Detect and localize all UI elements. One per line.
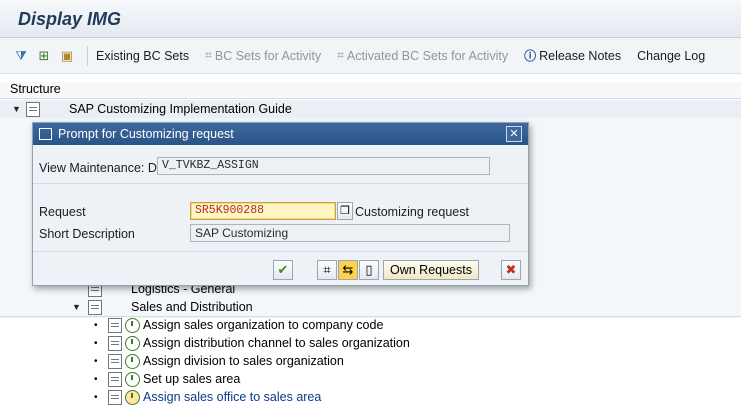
dialog-title-bar: Prompt for Customizing request (33, 123, 528, 145)
application-toolbar: ⧩ ⊞ ▣ Existing BC Sets ⌗ BC Sets for Act… (0, 38, 741, 74)
release-notes-button[interactable]: ⓘ Release Notes (524, 47, 621, 64)
list-item[interactable]: • Set up sales area (94, 370, 240, 388)
view-maintenance-field: V_TVKBZ_ASSIGN (157, 157, 490, 175)
expand-icon[interactable]: ⧩ (12, 47, 30, 65)
short-description-label: Short Description (39, 227, 135, 241)
toolbar-separator (87, 45, 88, 66)
execute-icon[interactable] (125, 335, 140, 351)
activated-bc-sets-button[interactable]: ⌗ Activated BC Sets for Activity (337, 48, 508, 63)
structure-header: Structure (0, 82, 741, 99)
page-title: Display IMG (18, 9, 122, 29)
list-item-selected[interactable]: • Assign sales office to sales area (94, 388, 321, 406)
short-description-field: SAP Customizing (190, 224, 510, 242)
list-item[interactable]: • Assign division to sales organization (94, 352, 344, 370)
dialog-icon (39, 128, 52, 140)
execute-icon[interactable] (125, 371, 140, 387)
execute-icon[interactable] (125, 317, 140, 333)
close-icon[interactable]: ✕ (506, 126, 522, 142)
tree-root[interactable]: ▼ SAP Customizing Implementation Guide (12, 100, 292, 118)
document-icon (108, 335, 122, 351)
glasses-icon: ⌗ (337, 48, 344, 62)
glasses-icon: ⌗ (205, 48, 212, 62)
copy-icon[interactable]: ❐ (337, 202, 353, 220)
info-icon: ⓘ (524, 49, 537, 63)
request-type-label: Customizing request (355, 205, 469, 219)
create-request-icon[interactable]: ⇆ (338, 260, 358, 280)
execute-icon[interactable] (125, 389, 140, 405)
bc-sets-for-activity-button[interactable]: ⌗ BC Sets for Activity (205, 48, 321, 63)
find-icon[interactable]: ⊞ (35, 47, 53, 65)
document-icon (88, 299, 102, 315)
change-log-button[interactable]: Change Log (637, 49, 705, 63)
list-item[interactable]: • Assign distribution channel to sales o… (94, 334, 410, 352)
favorites-icon[interactable]: ▣ (58, 47, 76, 65)
new-document-icon[interactable]: ▯ (359, 260, 379, 280)
document-icon (108, 317, 122, 333)
existing-bc-sets-button[interactable]: Existing BC Sets (96, 49, 189, 63)
view-maintenance-label: View Maintenance: D... (39, 161, 168, 175)
glasses-icon[interactable]: ⌗ (317, 260, 337, 280)
document-icon (26, 101, 40, 117)
document-icon (108, 389, 122, 405)
document-icon (108, 371, 122, 387)
collapse-icon[interactable]: ▼ (12, 104, 22, 114)
list-item[interactable]: • Assign sales organization to company c… (94, 316, 383, 334)
collapse-icon[interactable]: ▼ (72, 302, 82, 312)
request-label: Request (39, 205, 86, 219)
tree-node-sales[interactable]: ▼ Sales and Distribution (72, 298, 253, 316)
cancel-button[interactable]: ✖ (501, 260, 521, 280)
request-input[interactable]: SR5K900288 (190, 202, 336, 220)
customizing-request-dialog: Prompt for Customizing request ✕ View Ma… (32, 122, 529, 286)
title-bar: Display IMG (0, 0, 741, 38)
execute-icon[interactable] (125, 353, 140, 369)
confirm-button[interactable]: ✔ (273, 260, 293, 280)
document-icon (108, 353, 122, 369)
own-requests-button[interactable]: Own Requests (383, 260, 479, 280)
